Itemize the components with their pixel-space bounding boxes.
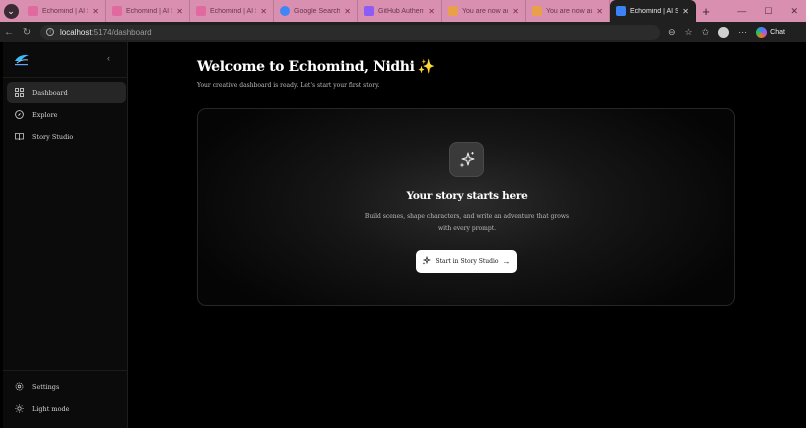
page-title: Welcome to Echomind, Nidhi ✨ (197, 59, 435, 75)
app-root: ‹ Dashboard Explore Story Studio Setting… (3, 42, 806, 428)
welcome-text: Welcome to Echomind, Nidhi (197, 59, 415, 75)
window-controls: — ☐ ✕ (737, 6, 806, 17)
browser-tab[interactable]: You are now auth ✕ (526, 0, 610, 22)
tab-title: Google Search - To (294, 7, 341, 15)
sidebar-item-label: Explore (32, 110, 58, 119)
copilot-chat-button[interactable]: Chat (756, 26, 785, 38)
sidebar-item-dashboard[interactable]: Dashboard (7, 82, 126, 103)
divider (3, 370, 128, 371)
tab-favicon-icon (28, 6, 38, 16)
new-tab-button[interactable]: + (696, 4, 716, 19)
close-icon[interactable]: ✕ (260, 7, 267, 16)
sparkles-icon (422, 255, 432, 267)
sidebar-item-explore[interactable]: Explore (7, 104, 126, 125)
favorite-star-icon[interactable]: ☆ (685, 27, 693, 38)
back-arrow-icon[interactable]: ← (0, 27, 18, 38)
browser-tabs: Echomind | AI Story✕ Echomind | AI Story… (22, 0, 696, 22)
sidebar-item-label: Light mode (32, 404, 70, 413)
compass-icon (15, 110, 24, 119)
url-field[interactable]: i localhost:5174/dashboard (40, 24, 660, 40)
sidebar-item-label: Story Studio (32, 132, 74, 141)
browser-tab[interactable]: Echomind | AI Story ✕ (22, 0, 106, 22)
sun-icon (15, 404, 24, 413)
gear-icon (15, 382, 24, 391)
copilot-icon (756, 26, 768, 38)
sidebar-item-label: Dashboard (32, 88, 68, 97)
more-tools-icon[interactable]: ⊖ (668, 27, 676, 38)
url-text: localhost:5174/dashboard (60, 28, 152, 37)
sidebar: ‹ Dashboard Explore Story Studio Setting… (3, 42, 128, 428)
address-bar: ← ↻ i localhost:5174/dashboard ⊖ ☆ ✩ ⋯ C… (0, 22, 806, 42)
browser-tab-strip: ⌄ Echomind | AI Story✕ Echomind | AI Sto… (0, 0, 806, 22)
browser-tab[interactable]: Google Search - To✕ (274, 0, 358, 22)
minimize-icon[interactable]: — (737, 6, 746, 17)
close-icon[interactable]: ✕ (344, 7, 351, 16)
close-icon[interactable]: ✕ (428, 7, 435, 16)
profile-avatar[interactable] (718, 26, 730, 38)
tab-actions-menu-button[interactable]: ⌄ (0, 0, 22, 22)
divider (3, 77, 128, 78)
tab-favicon-icon (532, 6, 542, 16)
browser-toolbar: ⊖ ☆ ✩ ⋯ Chat (668, 26, 785, 38)
reload-icon[interactable]: ↻ (18, 27, 36, 38)
chat-label: Chat (770, 28, 785, 36)
sidebar-item-story-studio[interactable]: Story Studio (7, 126, 126, 147)
more-menu-icon[interactable]: ⋯ (738, 27, 747, 38)
sidebar-item-settings[interactable]: Settings (7, 376, 126, 397)
github-icon (364, 6, 374, 16)
maximize-icon[interactable]: ☐ (764, 6, 772, 17)
close-icon[interactable]: ✕ (682, 7, 689, 16)
google-icon (280, 6, 290, 16)
close-icon[interactable]: ✕ (92, 7, 99, 16)
sidebar-item-light-mode[interactable]: Light mode (7, 398, 126, 419)
tab-title: GitHub Authenticat (378, 7, 424, 15)
site-info-icon[interactable]: i (46, 28, 54, 36)
empty-state-card: Your story starts here Build scenes, sha… (197, 108, 735, 306)
browser-tab[interactable]: GitHub Authenticat ✕ (358, 0, 442, 22)
arrow-right-icon: → (502, 257, 511, 266)
chevron-down-icon: ⌄ (3, 3, 19, 19)
browser-tab[interactable]: You are now auth ✕ (442, 0, 526, 22)
browser-tab-active[interactable]: Echomind | AI Story✕ (610, 0, 696, 22)
tab-title: Echomind | AI Story (42, 7, 88, 15)
start-in-story-studio-button[interactable]: Start in Story Studio → (416, 250, 517, 273)
tab-title: You are now auth (462, 7, 508, 15)
tab-title: Echomind | AI Story (630, 7, 679, 15)
book-icon (15, 132, 24, 141)
close-icon[interactable]: ✕ (596, 7, 603, 16)
tab-title: Echomind | AI Story (210, 7, 256, 15)
tab-favicon-icon (448, 6, 458, 16)
sidebar-item-label: Settings (32, 382, 60, 391)
close-icon[interactable]: ✕ (512, 7, 519, 16)
grid-icon (15, 88, 24, 97)
page-subtitle: Your creative dashboard is ready. Let's … (197, 82, 380, 89)
tab-favicon-icon (112, 6, 122, 16)
url-host: localhost (60, 27, 92, 37)
collapse-sidebar-icon[interactable]: ‹ (107, 53, 110, 63)
url-path: :5174/dashboard (91, 27, 152, 37)
tab-title: Echomind | AI Story (126, 7, 172, 15)
main-content: Welcome to Echomind, Nidhi ✨ Your creativ… (128, 42, 806, 428)
favorites-icon[interactable]: ✩ (702, 27, 710, 38)
close-window-icon[interactable]: ✕ (790, 6, 798, 17)
close-icon[interactable]: ✕ (176, 7, 183, 16)
echomind-logo (15, 54, 29, 66)
sparkles-icon: ✨ (417, 59, 435, 75)
empty-state-description: Build scenes, shape characters, and writ… (364, 213, 570, 232)
tab-favicon-icon (616, 6, 626, 16)
browser-tab[interactable]: Echomind | AI Story ✕ (106, 0, 190, 22)
cta-label: Start in Story Studio (435, 258, 499, 265)
tab-title: You are now auth (546, 7, 592, 15)
tab-favicon-icon (196, 6, 206, 16)
sparkles-icon (449, 142, 484, 177)
browser-tab[interactable]: Echomind | AI Story ✕ (190, 0, 274, 22)
empty-state-title: Your story starts here (406, 190, 528, 202)
